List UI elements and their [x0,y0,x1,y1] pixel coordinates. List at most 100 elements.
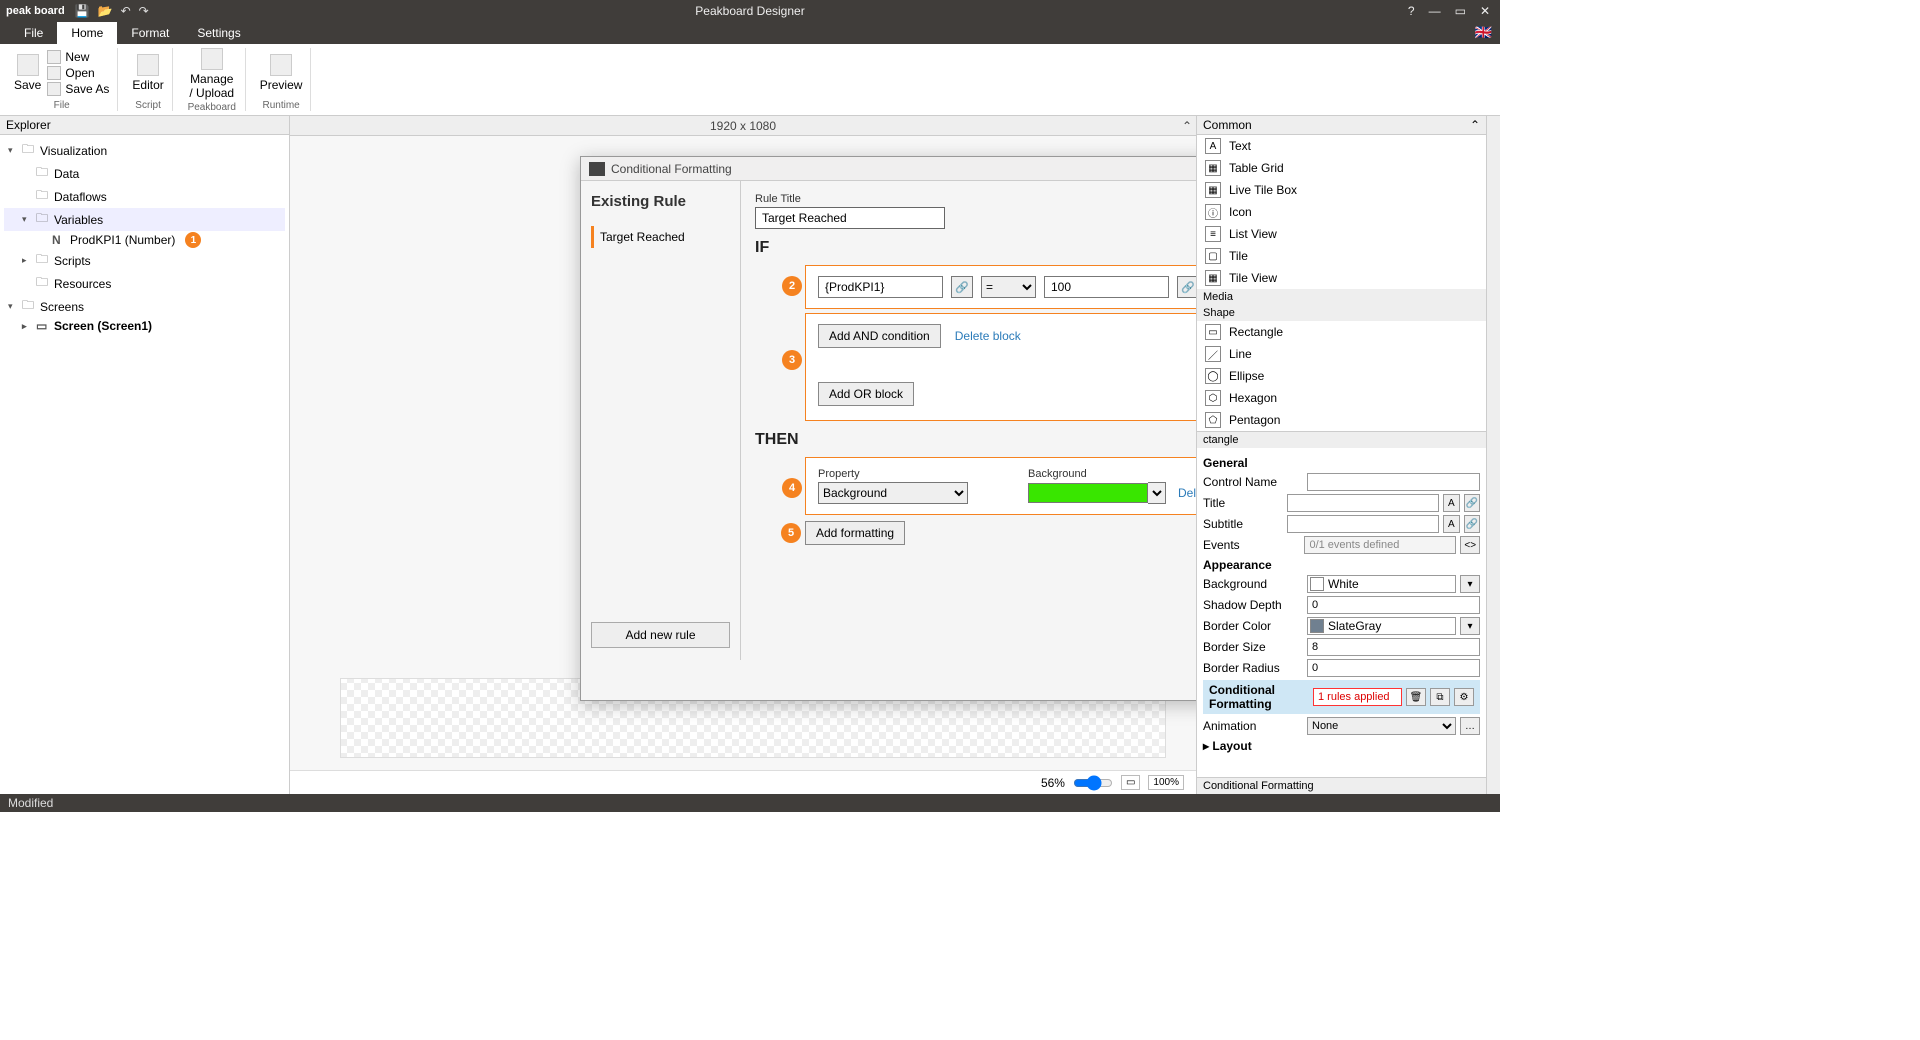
node-screen1[interactable]: ▸▭Screen (Screen1) [4,318,285,334]
common-collapse-icon[interactable]: ⌃ [1470,118,1480,132]
events-input [1304,536,1456,554]
control-name-input[interactable] [1307,473,1480,491]
qat-open-icon[interactable]: 📂 [98,4,113,18]
tool-ellipse[interactable]: ◯Ellipse [1197,365,1486,387]
tool-hexagon[interactable]: ⬡Hexagon [1197,387,1486,409]
new-button[interactable]: New [47,50,109,64]
help-icon[interactable]: ? [1408,4,1415,18]
cf-value: 1 rules applied [1313,688,1402,706]
zoom-slider[interactable] [1073,775,1113,791]
shadow-input[interactable] [1307,596,1480,614]
main-area: Explorer ▾🗀Visualization 🗀Data 🗀Dataflow… [0,116,1500,794]
node-scripts[interactable]: ▸🗀Scripts [4,249,285,272]
tool-rectangle[interactable]: ▭Rectangle [1197,321,1486,343]
title-font-icon[interactable]: A [1443,494,1459,512]
preview-button[interactable]: Preview [260,54,303,92]
status-text: Modified [8,796,53,810]
tab-home[interactable]: Home [57,22,117,44]
node-scripts-label: Scripts [54,254,91,268]
saveas-button[interactable]: Save As [47,82,109,96]
add-formatting-button[interactable]: Add formatting [805,521,905,545]
tool-line[interactable]: ／Line [1197,343,1486,365]
tool-icon[interactable]: ⓘIcon [1197,201,1486,223]
condition-operator-select[interactable]: = [981,276,1036,298]
qat-save-icon[interactable]: 💾 [75,4,90,18]
close-icon[interactable]: ✕ [1480,4,1490,18]
qat-undo-icon[interactable]: ↶ [121,4,131,18]
conditional-formatting-row[interactable]: Conditional Formatting1 rules applied🗑⧉⚙ [1203,680,1480,714]
tool-listview[interactable]: ≡List View [1197,223,1486,245]
border-color-dropdown-icon[interactable]: ▾ [1460,617,1480,635]
tileview-icon: ▦ [1205,270,1221,286]
cf-edit-icon[interactable]: ⚙ [1454,688,1474,706]
editor-label: Editor [132,78,163,92]
cf-delete-icon[interactable]: 🗑 [1406,688,1426,706]
save-button[interactable]: Save [14,54,41,92]
tool-tile[interactable]: ▢Tile [1197,245,1486,267]
right-scrollbar[interactable] [1486,116,1500,794]
cf-copy-icon[interactable]: ⧉ [1430,688,1450,706]
condition-value-input[interactable] [1044,276,1169,298]
rule-item-target-reached[interactable]: Target Reached [591,226,730,248]
property-select[interactable]: Background [818,482,968,504]
canvas-collapse-icon[interactable]: ⌃ [1182,119,1192,133]
border-radius-input[interactable] [1307,659,1480,677]
general-header: General [1203,456,1480,470]
saveas-label: Save As [65,82,109,96]
node-screens[interactable]: ▾🗀Screens [4,295,285,318]
value-link-icon[interactable]: 🔗 [1177,276,1196,298]
add-new-rule-button[interactable]: Add new rule [591,622,730,648]
add-or-block-button[interactable]: Add OR block [818,382,914,406]
condition-variable-input[interactable] [818,276,943,298]
new-label: New [65,50,89,64]
subtitle-font-icon[interactable]: A [1443,515,1459,533]
open-button[interactable]: Open [47,66,109,80]
explorer-tree: ▾🗀Visualization 🗀Data 🗀Dataflows ▾🗀Varia… [0,135,289,794]
maximize-icon[interactable]: ▭ [1455,4,1466,18]
qat-redo-icon[interactable]: ↷ [139,4,149,18]
minimize-icon[interactable]: — [1429,4,1441,18]
dialog-title: Conditional Formatting [611,162,732,176]
tab-file[interactable]: File [10,22,57,44]
title-input[interactable] [1287,494,1439,512]
node-dataflows[interactable]: 🗀Dataflows [4,185,285,208]
tab-format[interactable]: Format [117,22,183,44]
dialog-icon [589,162,605,176]
manage-button[interactable]: Manage / Upload [187,48,237,100]
editor-button[interactable]: Editor [132,54,163,92]
animation-select[interactable]: None [1307,717,1456,735]
tool-tileview[interactable]: ▦Tile View [1197,267,1486,289]
add-and-condition-button[interactable]: Add AND condition [818,324,941,348]
node-visualization[interactable]: ▾🗀Visualization [4,139,285,162]
node-resources[interactable]: 🗀Resources [4,272,285,295]
border-size-input[interactable] [1307,638,1480,656]
app-logo: peak board [6,5,65,17]
node-variables-label: Variables [54,213,103,227]
delete-formatting-link[interactable]: Delete [1178,486,1196,500]
node-variables[interactable]: ▾🗀Variables [4,208,285,231]
variable-link-icon[interactable]: 🔗 [951,276,973,298]
events-edit-icon[interactable]: <> [1460,536,1480,554]
tool-livetile[interactable]: ▦Live Tile Box [1197,179,1486,201]
node-variable-item[interactable]: NProdKPI1 (Number)1 [4,231,285,249]
delete-block-link[interactable]: Delete block [955,329,1021,343]
language-flag-icon[interactable]: 🇬🇧 [1475,24,1492,41]
tab-settings[interactable]: Settings [183,22,254,44]
fit-icon[interactable]: ▭ [1121,775,1140,790]
rule-title-input[interactable] [755,207,945,229]
tool-tablegrid[interactable]: ▦Table Grid [1197,157,1486,179]
ribbon-group-file-label: File [54,100,70,111]
tool-text[interactable]: AText [1197,135,1486,157]
node-data[interactable]: 🗀Data [4,162,285,185]
tool-pentagon[interactable]: ⬠Pentagon [1197,409,1486,431]
zoom-100-button[interactable]: 100% [1148,775,1184,790]
canvas-area[interactable]: Conditional Formatting — ▢ ✕ Existing Ru… [290,136,1196,770]
background-dropdown-icon[interactable]: ▾ [1460,575,1480,593]
subtitle-input[interactable] [1287,515,1439,533]
node-screens-label: Screens [40,300,84,314]
animation-more-icon[interactable]: … [1460,717,1480,735]
new-icon [47,50,61,64]
background-color-select[interactable] [1148,482,1166,504]
title-link-icon[interactable]: 🔗 [1464,494,1480,512]
subtitle-link-icon[interactable]: 🔗 [1464,515,1480,533]
